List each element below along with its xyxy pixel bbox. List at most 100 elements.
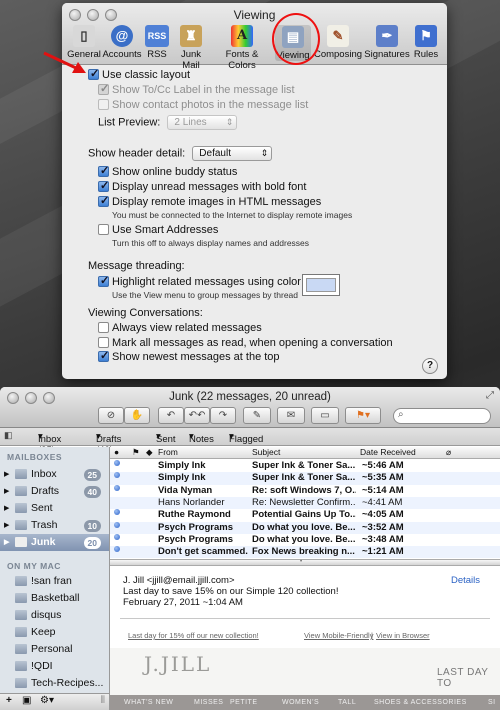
header-detail-select[interactable]: Default: [192, 146, 273, 161]
help-button[interactable]: ?: [422, 358, 438, 374]
table-row[interactable]: Hans Norlander Re: Newsletter Confirm... ~…: [110, 496, 500, 510]
nav-link[interactable]: PETITE: [230, 699, 258, 706]
table-row[interactable]: Ruthe Raymond Potential Gains Up To... ~4:…: [110, 509, 500, 521]
sidebar-item-folder[interactable]: !QDI: [0, 658, 109, 675]
remote-images-option[interactable]: Display remote images in HTML messages: [98, 194, 321, 208]
sidebar-item-folder[interactable]: !san fran: [0, 573, 109, 590]
tab-rss[interactable]: RSS RSS: [144, 25, 170, 60]
gear-icon[interactable]: ⚙▾: [40, 695, 54, 706]
sidebar-item-folder[interactable]: Tech-Recipes...: [0, 675, 109, 692]
forward-button[interactable]: ↷: [210, 407, 236, 424]
flag-column-icon[interactable]: ⚑: [132, 447, 140, 458]
note-button[interactable]: ▭: [311, 407, 339, 424]
table-row[interactable]: Psych Programs Do what you love. Be... ~3:…: [110, 533, 500, 546]
promo-link[interactable]: Last day for 15% off our new collection!: [128, 631, 259, 640]
reply-button[interactable]: ↶: [158, 407, 184, 424]
header-detail-label: Show header detail:: [88, 147, 186, 160]
pane-splitter[interactable]: •: [110, 559, 500, 566]
disclosure-triangle-icon[interactable]: ▶: [4, 466, 9, 483]
highlight-related-option[interactable]: Highlight related messages using color: [98, 274, 301, 288]
table-row[interactable]: Simply Ink Super Ink & Toner Sa... ~5:35 A…: [110, 472, 500, 485]
status-column-icon[interactable]: ◆: [146, 447, 153, 458]
message-subject: Potential Gains Up To...: [252, 509, 356, 521]
sidebar-item-junk[interactable]: ▶ Junk 20: [0, 534, 109, 551]
use-classic-layout-option[interactable]: Use classic layout: [88, 67, 190, 81]
favorite-inbox[interactable]: Inbox (25) ▾: [38, 431, 61, 456]
disclosure-triangle-icon[interactable]: ▶: [4, 534, 9, 551]
show-newest-top-checkbox[interactable]: [98, 349, 109, 362]
details-link[interactable]: Details: [451, 575, 480, 586]
always-view-related-checkbox[interactable]: [98, 322, 109, 333]
buddy-status-checkbox[interactable]: [98, 164, 109, 177]
mark-all-read-checkbox[interactable]: [98, 337, 109, 348]
column-date-received[interactable]: Date Received: [360, 447, 416, 457]
folder-icon: [15, 610, 27, 620]
tab-signatures[interactable]: ✒ Signatures: [364, 25, 410, 60]
tab-accounts[interactable]: @ Accounts: [102, 25, 142, 60]
view-in-browser-link[interactable]: View in Browser: [376, 631, 430, 640]
sidebar-item-drafts[interactable]: ▶ Drafts 40: [0, 483, 109, 500]
resize-handle-icon[interactable]: ⦀: [101, 695, 105, 706]
new-message-button[interactable]: ✎: [243, 407, 271, 424]
mark-all-read-option[interactable]: Mark all messages as read, when opening …: [98, 337, 393, 349]
unread-column-icon[interactable]: ●: [114, 447, 119, 457]
buddy-status-option[interactable]: Show online buddy status: [98, 164, 237, 178]
nav-link[interactable]: WHAT'S NEW: [124, 699, 173, 706]
show-newest-top-option[interactable]: Show newest messages at the top: [98, 349, 280, 363]
tab-composing[interactable]: ✎ Composing: [313, 25, 363, 60]
add-mailbox-button[interactable]: +: [6, 695, 12, 706]
show-mailboxes-icon[interactable]: ◧: [4, 430, 13, 441]
favorite-drafts[interactable]: Drafts (40) ▾: [96, 431, 121, 456]
disclosure-triangle-icon[interactable]: ▶: [4, 500, 9, 517]
nav-link[interactable]: TALL: [338, 699, 356, 706]
sidebar-item-folder[interactable]: disqus: [0, 607, 109, 624]
mail-main-window: Junk (22 messages, 20 unread) ⤢ ⊘ ✋ ↶ ↶↶…: [0, 387, 500, 710]
favorite-notes[interactable]: Notes ▾: [189, 431, 214, 445]
delete-button[interactable]: ⊘: [98, 407, 124, 424]
smart-addresses-checkbox[interactable]: [98, 224, 109, 235]
disclosure-triangle-icon[interactable]: ▶: [4, 517, 9, 534]
favorite-flagged[interactable]: Flagged ▾: [229, 431, 263, 445]
search-input[interactable]: ⌕: [393, 408, 491, 424]
junk-button[interactable]: ✋: [124, 407, 150, 424]
remote-images-checkbox[interactable]: [98, 194, 109, 207]
flag-menu-button[interactable]: ⚑▾: [345, 407, 381, 424]
nav-link[interactable]: SHOES & ACCESSORIES: [374, 699, 467, 706]
sidebar-item-folder[interactable]: Keep: [0, 624, 109, 641]
unread-bold-checkbox[interactable]: [98, 179, 109, 192]
highlight-related-checkbox[interactable]: [98, 274, 109, 287]
highlight-color-well[interactable]: [302, 274, 340, 296]
table-row[interactable]: Psych Programs Do what you love. Be... ~3:…: [110, 521, 500, 534]
fullscreen-icon[interactable]: ⤢: [486, 390, 494, 401]
reply-all-button[interactable]: ↶↶: [184, 407, 210, 424]
sidebar-item-inbox[interactable]: ▶ Inbox 25: [0, 466, 109, 483]
show-activity-icon[interactable]: ▣: [22, 695, 31, 706]
table-row[interactable]: Vida Nyman Re: soft Windows 7, O... ~5:14 …: [110, 484, 500, 497]
sidebar-item-sent[interactable]: ▶ Sent: [0, 500, 109, 517]
sidebar-item-folder[interactable]: Basketball: [0, 590, 109, 607]
brand-logo[interactable]: J.JILL: [144, 652, 211, 676]
sidebar-item-folder[interactable]: Personal: [0, 641, 109, 658]
table-row[interactable]: Don't get scammed. Fox News breaking n...…: [110, 546, 500, 559]
use-classic-layout-checkbox[interactable]: [88, 67, 99, 80]
column-subject[interactable]: Subject: [252, 447, 280, 457]
get-mail-button[interactable]: ✉: [277, 407, 305, 424]
attachment-column-icon[interactable]: ⌀: [446, 447, 451, 458]
unread-bold-option[interactable]: Display unread messages with bold font: [98, 179, 306, 193]
view-mobile-link[interactable]: View Mobile-Friendly: [304, 631, 373, 640]
nav-link[interactable]: SI: [488, 699, 496, 706]
favorite-sent[interactable]: Sent ▾: [156, 431, 176, 445]
tab-rules[interactable]: ⚑ Rules: [411, 25, 441, 60]
sidebar-item-label: !san fran: [31, 575, 72, 587]
always-view-related-option[interactable]: Always view related messages: [98, 322, 262, 334]
favorites-bar: ◧ Inbox (25) ▾ Drafts (40) ▾ Sent ▾ Note…: [0, 428, 500, 456]
disclosure-triangle-icon[interactable]: ▶: [4, 483, 9, 500]
smart-addresses-option[interactable]: Use Smart Addresses: [98, 224, 218, 236]
nav-link[interactable]: WOMEN'S: [282, 699, 319, 706]
mark-all-read-label: Mark all messages as read, when opening …: [112, 337, 393, 349]
column-from[interactable]: From: [158, 447, 178, 457]
sidebar-item-trash[interactable]: ▶ Trash 10: [0, 517, 109, 534]
message-from: Don't get scammed.: [158, 546, 248, 558]
nav-link[interactable]: MISSES: [194, 699, 223, 706]
table-row[interactable]: Simply Ink Super Ink & Toner Sa... ~5:46 A…: [110, 460, 500, 472]
